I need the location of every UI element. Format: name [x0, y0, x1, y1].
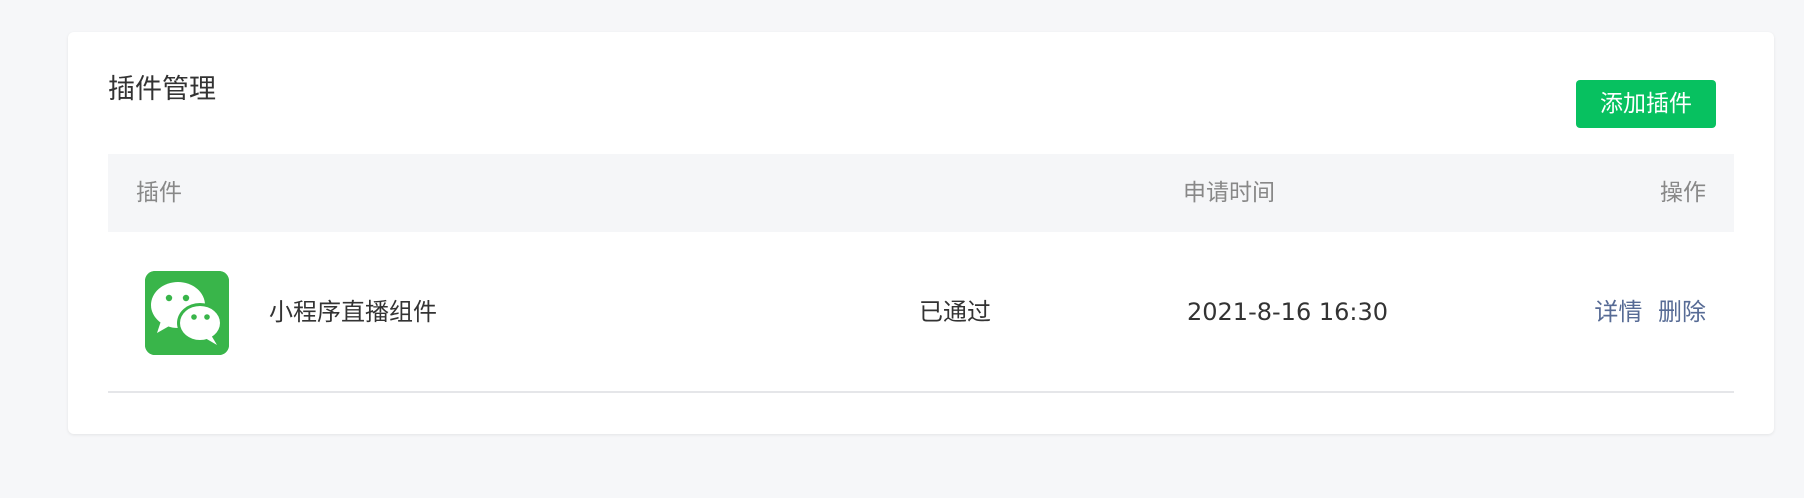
table-row: 小程序直播组件 已通过 2021-8-16 16:30 详情 删除 — [108, 232, 1734, 393]
table-header: 插件 申请时间 操作 — [108, 154, 1734, 232]
row-actions: 详情 删除 — [1594, 232, 1706, 393]
plugin-name: 小程序直播组件 — [269, 298, 437, 326]
page-title: 插件管理 — [108, 74, 216, 105]
column-header-actions: 操作 — [1660, 180, 1706, 206]
column-header-apply-time: 申请时间 — [1183, 180, 1275, 206]
detail-link[interactable]: 详情 — [1594, 298, 1642, 326]
plugin-management-panel: 插件管理 添加插件 插件 申请时间 操作 小程序直播组件 已通过 2021-8-… — [68, 32, 1774, 434]
status-text: 已通过 — [919, 298, 991, 326]
delete-link[interactable]: 删除 — [1658, 298, 1706, 326]
column-header-plugin: 插件 — [136, 180, 182, 206]
apply-time: 2021-8-16 16:30 — [1187, 298, 1388, 326]
wechat-icon — [145, 271, 229, 355]
add-plugin-button[interactable]: 添加插件 — [1576, 80, 1716, 128]
